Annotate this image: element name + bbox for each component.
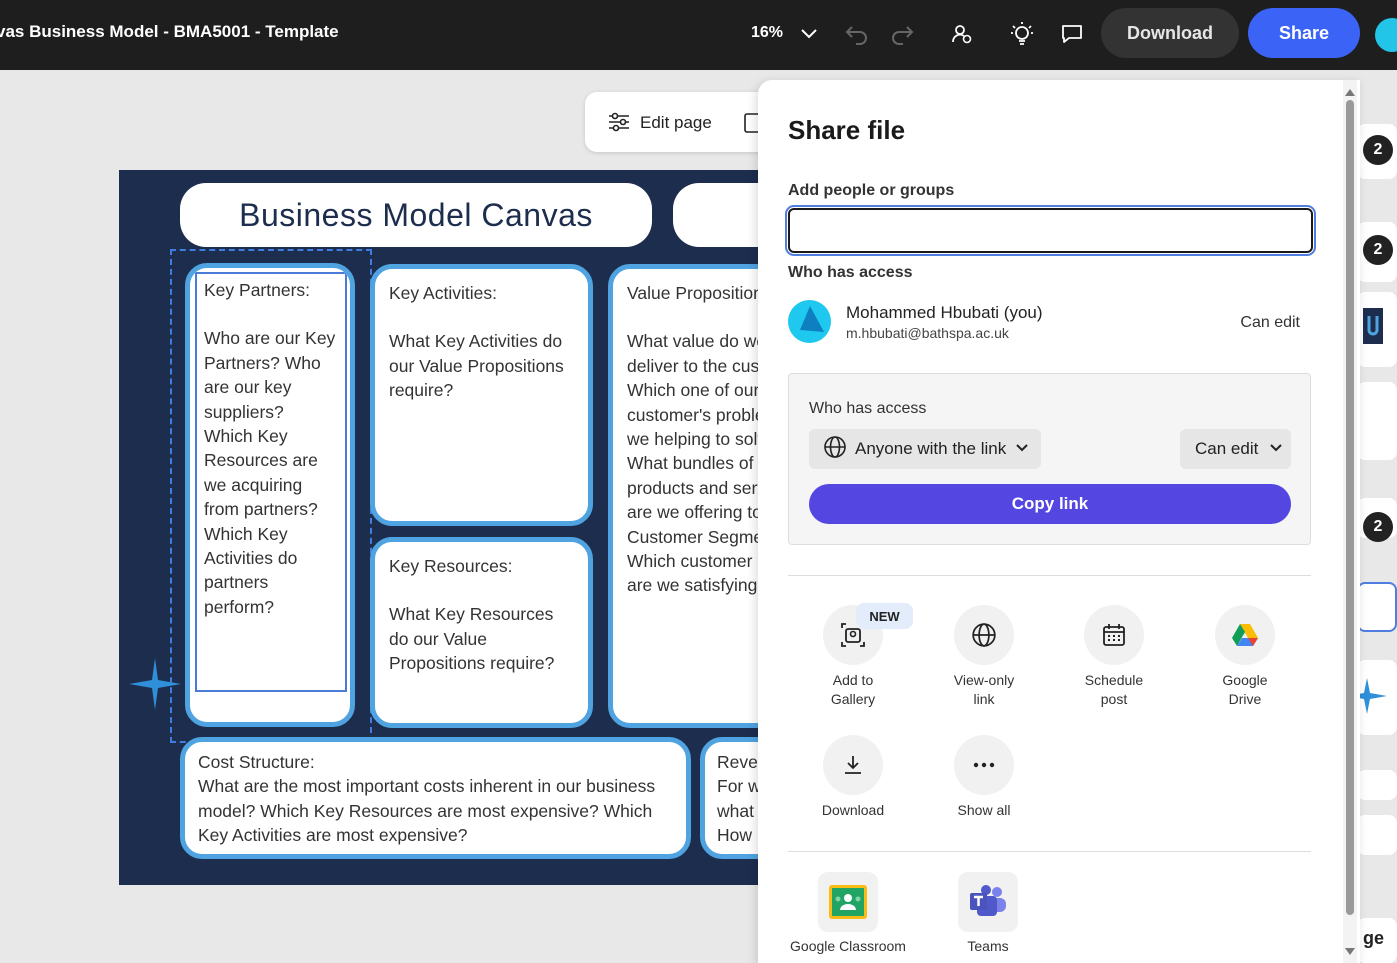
avatar[interactable] xyxy=(1375,18,1397,52)
app-label: Google Classroom xyxy=(790,938,906,954)
chevron-down-icon xyxy=(1014,439,1030,460)
person-name: Mohammed Hbubati (you) xyxy=(846,303,1043,322)
avatar xyxy=(788,300,831,343)
view-only-link-option[interactable]: View-only link xyxy=(929,605,1039,709)
lightbulb-icon[interactable] xyxy=(1008,20,1036,48)
google-classroom-option[interactable]: Google Classroom xyxy=(788,872,908,954)
option-label: Add to Gallery xyxy=(830,672,876,707)
design-canvas[interactable]: Business Model Canvas Key Partners: Who … xyxy=(119,170,799,885)
page-thumbnail[interactable] xyxy=(1357,770,1397,800)
key-resources-body: What Key Resources do our Value Proposit… xyxy=(389,604,555,674)
page-count-badge: 2 xyxy=(1363,135,1393,165)
chevron-down-icon[interactable] xyxy=(798,22,820,49)
link-scope-dropdown[interactable]: Anyone with the link xyxy=(809,429,1041,469)
scroll-down-icon[interactable] xyxy=(1344,944,1356,962)
edit-page-label: Edit page xyxy=(640,113,712,132)
sparkle-icon xyxy=(127,656,183,717)
cost-structure-heading: Cost Structure: xyxy=(198,752,315,772)
add-people-input[interactable] xyxy=(785,205,1316,256)
option-label: Google Drive xyxy=(1222,672,1268,707)
thumbnail-label-partial: ge xyxy=(1363,928,1385,948)
link-access-label: Who has access xyxy=(809,400,927,417)
page-thumbnail[interactable] xyxy=(1357,382,1397,460)
top-bar: vas Business Model - BMA5001 - Template … xyxy=(0,0,1397,70)
google-drive-option[interactable]: Google Drive xyxy=(1190,605,1300,709)
key-resources-heading: Key Resources: xyxy=(389,556,513,576)
redo-icon[interactable] xyxy=(888,20,916,48)
calendar-icon xyxy=(1084,605,1144,665)
teams-option[interactable]: Teams xyxy=(943,872,1033,954)
comment-icon[interactable] xyxy=(1058,20,1086,48)
key-activities-body: What Key Activities do our Value Proposi… xyxy=(389,331,564,401)
sliders-icon xyxy=(607,111,631,138)
divider xyxy=(788,851,1311,852)
key-partners-card[interactable]: Key Partners: Who are our Key Partners? … xyxy=(185,263,355,727)
globe-icon xyxy=(954,605,1014,665)
google-drive-icon xyxy=(1215,605,1275,665)
scroll-up-icon[interactable] xyxy=(1344,84,1356,102)
option-label: Schedule post xyxy=(1084,672,1144,707)
share-panel-title: Share file xyxy=(788,115,906,145)
undo-icon[interactable] xyxy=(843,20,871,48)
canvas-title[interactable]: Business Model Canvas xyxy=(180,183,652,247)
option-label: View-only link xyxy=(953,672,1015,707)
document-title[interactable]: vas Business Model - BMA5001 - Template xyxy=(0,22,339,42)
cost-structure-card[interactable]: Cost Structure: What are the most import… xyxy=(180,737,691,859)
link-scope-value: Anyone with the link xyxy=(855,439,1007,458)
app-label: Teams xyxy=(967,938,1009,954)
copy-link-button[interactable]: Copy link xyxy=(809,484,1291,524)
key-activities-card[interactable]: Key Activities: What Key Activities do o… xyxy=(370,264,593,526)
option-label: Show all xyxy=(957,802,1011,818)
key-activities-heading: Key Activities: xyxy=(389,283,497,303)
page-thumbnail[interactable] xyxy=(1357,292,1397,367)
zoom-level[interactable]: 16% xyxy=(751,24,783,42)
divider xyxy=(788,575,1311,576)
text-frame xyxy=(195,272,347,692)
page-thumbnail[interactable] xyxy=(1357,815,1397,855)
share-panel: Share file Add people or groups Who has … xyxy=(758,80,1360,963)
link-permission-dropdown[interactable]: Can edit xyxy=(1180,429,1291,469)
chevron-down-icon xyxy=(1268,439,1284,460)
show-all-option[interactable]: Show all xyxy=(929,735,1039,820)
person-permission[interactable]: Can edit xyxy=(1240,314,1300,332)
who-has-access-label: Who has access xyxy=(788,264,913,281)
edit-page-button[interactable]: Edit page xyxy=(585,92,785,152)
page-count-badge: 2 xyxy=(1363,235,1393,265)
new-badge: NEW xyxy=(856,603,913,629)
schedule-post-option[interactable]: Schedule post xyxy=(1059,605,1169,709)
scrollbar-thumb[interactable] xyxy=(1346,100,1354,915)
share-button[interactable]: Share xyxy=(1248,8,1360,58)
page-thumbnail-selected[interactable] xyxy=(1357,582,1397,632)
link-access-section: Who has access Anyone with the link Can … xyxy=(788,373,1311,545)
download-icon xyxy=(823,735,883,795)
globe-icon xyxy=(823,435,847,464)
person-email: m.hbubati@bathspa.ac.uk xyxy=(846,325,1009,341)
page-count-badge: 2 xyxy=(1363,512,1393,542)
download-option[interactable]: Download xyxy=(798,735,908,820)
key-resources-card[interactable]: Key Resources: What Key Resources do our… xyxy=(370,537,593,728)
add-people-label: Add people or groups xyxy=(788,182,955,199)
option-label: Download xyxy=(821,802,885,818)
link-permission-value: Can edit xyxy=(1195,439,1259,458)
google-classroom-icon xyxy=(818,872,878,932)
page-thumbnail[interactable] xyxy=(1357,660,1397,735)
revenue-body: For w what How v xyxy=(717,776,761,854)
teams-icon xyxy=(958,872,1018,932)
download-button[interactable]: Download xyxy=(1101,8,1239,58)
more-icon xyxy=(954,735,1014,795)
collaborators-icon[interactable] xyxy=(948,20,976,48)
cost-structure-body: What are the most important costs inhere… xyxy=(198,776,656,846)
